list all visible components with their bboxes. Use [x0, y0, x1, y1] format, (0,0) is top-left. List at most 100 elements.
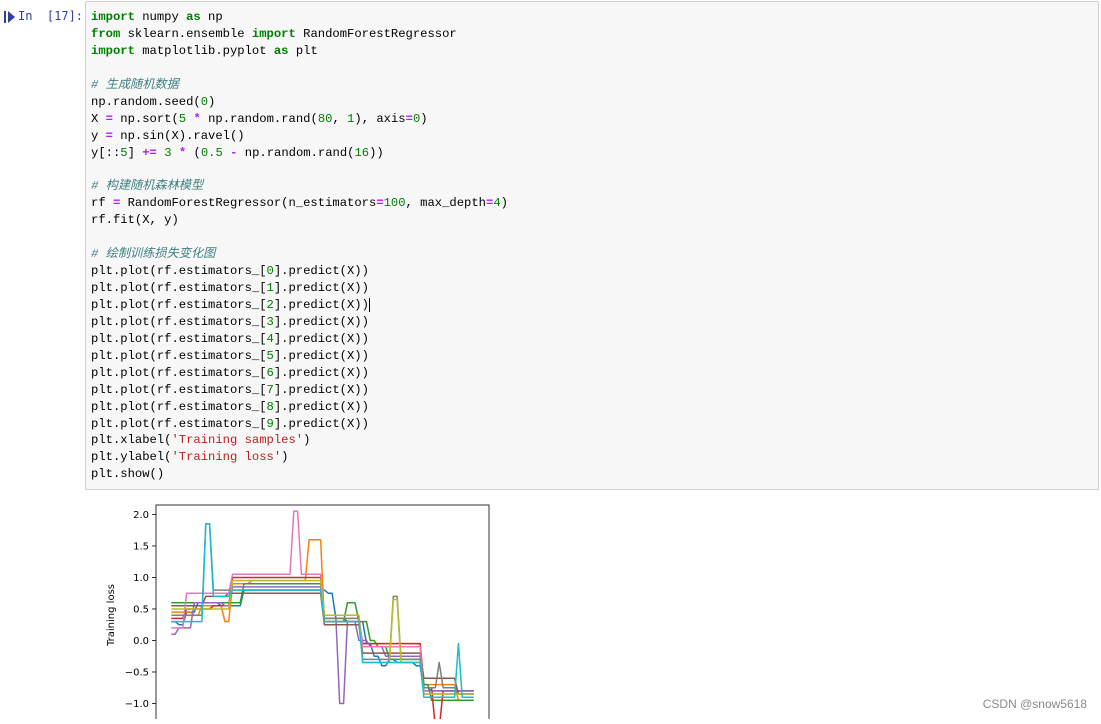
- code-token: RandomForestRegressor: [295, 26, 457, 41]
- code-cell[interactable]: import numpy as np from sklearn.ensemble …: [85, 1, 1099, 490]
- code-token: ): [208, 94, 216, 109]
- code-token: 3: [164, 145, 172, 160]
- code-token: ,: [332, 111, 348, 126]
- code-line[interactable]: y[::5] += 3 * (0.5 - np.random.rand(16)): [91, 145, 508, 162]
- code-line[interactable]: [91, 60, 508, 77]
- code-editor[interactable]: import numpy as np from sklearn.ensemble …: [91, 9, 508, 483]
- code-token: ]: [127, 145, 143, 160]
- code-token: 16: [354, 145, 370, 160]
- code-token: import: [91, 43, 135, 58]
- code-token: ].predict(X)): [273, 348, 369, 363]
- code-token: np.random.rand(: [200, 111, 318, 126]
- code-token: 8: [266, 399, 274, 414]
- code-token: plt: [288, 43, 318, 58]
- code-line[interactable]: from sklearn.ensemble import RandomFores…: [91, 26, 508, 43]
- code-line[interactable]: # 构建随机森林模型: [91, 178, 508, 195]
- code-token: 6: [266, 365, 274, 380]
- code-line[interactable]: plt.plot(rf.estimators_[7].predict(X)): [91, 382, 508, 399]
- code-line[interactable]: plt.plot(rf.estimators_[3].predict(X)): [91, 314, 508, 331]
- code-token: ): [420, 111, 428, 126]
- code-token: # 生成随机数据: [91, 77, 179, 92]
- code-token: X: [91, 111, 106, 126]
- code-token: np.sort(: [112, 111, 179, 126]
- code-token: ].predict(X)): [273, 399, 369, 414]
- code-line[interactable]: import numpy as np: [91, 9, 508, 26]
- code-token: ].predict(X)): [273, 365, 369, 380]
- code-line[interactable]: plt.plot(rf.estimators_[5].predict(X)): [91, 348, 508, 365]
- code-token: # 绘制训练损失变化图: [91, 247, 216, 262]
- code-token: ].predict(X)): [273, 382, 369, 397]
- code-token: as: [273, 43, 289, 58]
- code-token: 7: [266, 382, 274, 397]
- code-token: y[::: [91, 145, 121, 160]
- code-line[interactable]: plt.show(): [91, 466, 508, 483]
- code-line[interactable]: X = np.sort(5 * np.random.rand(80, 1), a…: [91, 111, 508, 128]
- text-cursor: [368, 297, 370, 312]
- code-token: ].predict(X)): [273, 281, 369, 295]
- code-token: plt.plot(rf.estimators_[: [91, 382, 267, 397]
- code-token: plt.show(): [91, 467, 165, 482]
- code-token: ].predict(X)): [273, 264, 369, 279]
- code-token: ): [281, 450, 289, 465]
- code-token: (: [186, 145, 201, 160]
- code-token: y: [91, 128, 106, 143]
- code-token: 0.5: [200, 145, 223, 160]
- y-tick-label: −1.0: [125, 699, 149, 710]
- code-token: plt.plot(rf.estimators_[: [91, 399, 267, 414]
- code-token: import: [251, 26, 296, 41]
- code-line[interactable]: plt.plot(rf.estimators_[6].predict(X)): [91, 365, 508, 382]
- code-token: np.random.rand(: [237, 145, 355, 160]
- cell-prompt[interactable]: In [17]:: [0, 8, 84, 28]
- code-token: plt.plot(rf.estimators_[: [91, 416, 267, 431]
- code-line[interactable]: y = np.sin(X).ravel(): [91, 128, 508, 145]
- prompt-label: In [17]:: [18, 9, 84, 23]
- code-token: 'Training loss': [171, 450, 282, 465]
- code-line[interactable]: rf = RandomForestRegressor(n_estimators=…: [91, 195, 508, 212]
- code-token: plt.plot(rf.estimators_[: [91, 297, 267, 312]
- code-token: ].predict(X)): [273, 331, 369, 346]
- y-tick-label: 0.0: [133, 636, 149, 647]
- run-indicator-icon[interactable]: [4, 10, 16, 24]
- code-token: ].predict(X)): [273, 416, 369, 431]
- y-tick-label: 1.0: [133, 573, 149, 584]
- y-tick-label: 2.0: [133, 510, 149, 521]
- code-token: , max_depth: [405, 196, 486, 211]
- code-token: np.sin(X).ravel(): [112, 128, 245, 143]
- y-tick-label: 1.5: [133, 541, 149, 552]
- code-token: 0: [266, 264, 274, 279]
- code-line[interactable]: plt.plot(rf.estimators_[9].predict(X)): [91, 416, 508, 433]
- code-line[interactable]: import matplotlib.pyplot as plt: [91, 43, 508, 60]
- code-token: RandomForestRegressor(n_estimators: [120, 196, 377, 211]
- code-token: =: [105, 111, 113, 126]
- code-token: ].predict(X)): [273, 314, 369, 329]
- y-tick-label: 0.5: [133, 604, 149, 615]
- code-line[interactable]: plt.plot(rf.estimators_[2].predict(X)): [91, 297, 508, 314]
- code-line[interactable]: plt.plot(rf.estimators_[8].predict(X)): [91, 399, 508, 416]
- code-token: ].predict(X)): [273, 297, 369, 312]
- code-token: 4: [266, 331, 274, 346]
- code-token: 5: [266, 348, 274, 363]
- code-line[interactable]: # 生成随机数据: [91, 77, 508, 94]
- output-area: 2.01.51.00.50.0−0.5−1.0−1.5Training loss: [85, 495, 505, 724]
- code-line[interactable]: # 绘制训练损失变化图: [91, 246, 508, 263]
- code-token: plt.plot(rf.estimators_[: [91, 331, 267, 346]
- code-token: *: [193, 111, 201, 126]
- code-token: 5: [120, 145, 128, 160]
- code-token: numpy: [134, 10, 187, 24]
- code-line[interactable]: plt.xlabel('Training samples'): [91, 432, 508, 449]
- code-line[interactable]: [91, 229, 508, 246]
- code-line[interactable]: plt.plot(rf.estimators_[4].predict(X)): [91, 331, 508, 348]
- code-token: 2: [266, 297, 274, 312]
- code-line[interactable]: np.random.seed(0): [91, 94, 508, 111]
- code-line[interactable]: plt.plot(rf.estimators_[0].predict(X)): [91, 263, 508, 280]
- code-token: from: [91, 26, 121, 41]
- code-line[interactable]: plt.plot(rf.estimators_[1].predict(X)): [91, 280, 508, 297]
- code-token: =: [105, 128, 113, 143]
- series-line-1: [171, 538, 474, 702]
- code-line[interactable]: rf.fit(X, y): [91, 212, 508, 229]
- code-token: 80: [317, 111, 333, 126]
- code-token: 100: [383, 196, 406, 211]
- code-line[interactable]: plt.ylabel('Training loss'): [91, 449, 508, 466]
- code-line[interactable]: [91, 161, 508, 178]
